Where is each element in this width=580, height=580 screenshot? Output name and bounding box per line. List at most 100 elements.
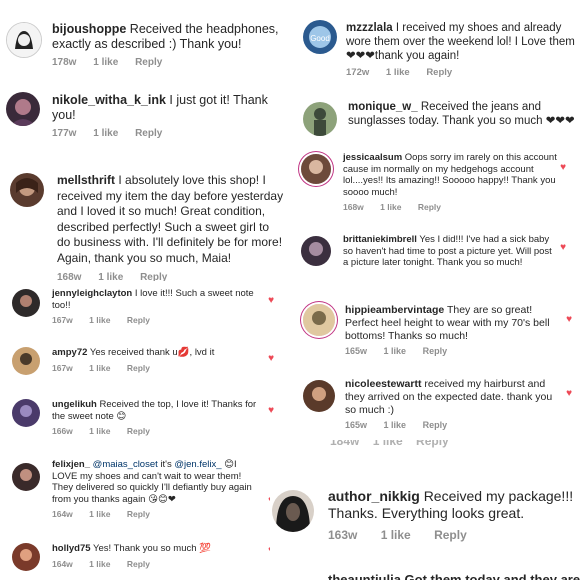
timestamp[interactable]: 167w xyxy=(52,315,73,325)
reply-button[interactable]: Reply xyxy=(127,315,150,325)
timestamp[interactable]: 177w xyxy=(52,128,76,139)
comment-meta: 168w 1 like Reply xyxy=(343,202,558,212)
reply-button[interactable]: Reply xyxy=(135,128,162,139)
username[interactable]: jessicaalsum xyxy=(343,152,402,163)
mention-link[interactable]: @maias_closet xyxy=(93,459,158,470)
comment-body: brittaniekimbrell Yes I did!!! I've had … xyxy=(343,234,576,269)
timestamp[interactable]: 172w xyxy=(346,67,369,78)
username[interactable]: mellsthrift xyxy=(57,173,115,187)
reply-button[interactable]: Reply xyxy=(127,363,150,373)
username[interactable]: ampy72 xyxy=(52,347,87,358)
avatar[interactable] xyxy=(6,22,42,58)
likes-count[interactable]: 1 like xyxy=(89,315,110,325)
likes-count[interactable]: 1 like xyxy=(89,363,110,373)
timestamp[interactable]: 164w xyxy=(52,509,73,519)
comment-body: author_nikkig Received my package!!! Tha… xyxy=(328,488,576,542)
timestamp[interactable]: 165w xyxy=(345,420,367,430)
comment-meta: 167w 1 like Reply xyxy=(52,363,264,373)
timestamp[interactable]: 165w xyxy=(345,346,367,356)
likes-count[interactable]: 1 like xyxy=(89,559,110,569)
comment-text: it's xyxy=(157,459,175,470)
comment-meta: 178w 1 like Reply xyxy=(52,57,284,69)
comment: brittaniekimbrell Yes I did!!! I've had … xyxy=(293,230,580,284)
heart-icon[interactable]: ♥ xyxy=(268,405,274,416)
comment-meta: 163w 1 like Reply xyxy=(328,528,576,542)
comment-body: hippieambervintage They are so great! Pe… xyxy=(345,304,560,357)
heart-icon[interactable]: ♥ xyxy=(566,388,572,399)
reply-button[interactable]: Reply xyxy=(127,559,150,569)
panel-bottom-right: 184w 1 like Reply author_nikkig Received… xyxy=(270,440,580,580)
partial-meta: 184w 1 like Reply xyxy=(330,440,449,448)
username[interactable]: nikole_witha_k_ink xyxy=(52,93,166,107)
username[interactable]: author_nikkig xyxy=(328,488,420,504)
avatar[interactable] xyxy=(301,236,331,266)
username[interactable]: mzzzlala xyxy=(346,22,393,34)
reply-button[interactable]: Reply xyxy=(426,67,452,78)
reply-button[interactable]: Reply xyxy=(434,528,467,542)
avatar[interactable] xyxy=(301,154,331,184)
avatar[interactable] xyxy=(303,102,337,136)
username[interactable]: bijoushoppe xyxy=(52,22,126,36)
likes-count[interactable]: 1 like xyxy=(89,426,110,436)
username[interactable]: nicoleestewartt xyxy=(345,378,421,390)
comment: mellsthrift I absolutely love this shop!… xyxy=(0,171,288,281)
reply-button[interactable]: Reply xyxy=(418,202,441,212)
avatar[interactable] xyxy=(12,347,40,375)
username[interactable]: felixjen_ xyxy=(52,459,90,470)
avatar[interactable] xyxy=(12,543,40,571)
username[interactable]: hippieambervintage xyxy=(345,304,444,316)
username[interactable]: brittaniekimbrell xyxy=(343,234,417,245)
heart-icon[interactable]: ♥ xyxy=(560,242,566,253)
panel-top-left: bijoushoppe Received the headphones, exa… xyxy=(0,0,288,138)
comment-text: Yes received thank u💋, lvd it xyxy=(89,347,215,358)
avatar[interactable] xyxy=(12,463,40,491)
username[interactable]: jennyleighclayton xyxy=(52,288,132,299)
likes-count[interactable]: 1 like xyxy=(384,420,407,430)
comment-body: jessicaalsum Oops sorry im rarely on thi… xyxy=(343,152,576,213)
username[interactable]: hollyd75 xyxy=(52,543,91,554)
reply-button[interactable]: Reply xyxy=(135,57,162,68)
reply-button[interactable]: Reply xyxy=(423,420,448,430)
timestamp[interactable]: 178w xyxy=(52,57,76,68)
likes-count[interactable]: 1 like xyxy=(89,509,110,519)
reply-button[interactable]: Reply xyxy=(423,346,448,356)
avatar[interactable] xyxy=(303,380,335,412)
likes-count[interactable]: 1 like xyxy=(93,128,118,139)
likes-count[interactable]: 1 like xyxy=(93,57,118,68)
avatar[interactable]: Good xyxy=(303,20,337,54)
timestamp[interactable]: 167w xyxy=(52,363,73,373)
timestamp[interactable]: 166w xyxy=(52,426,73,436)
reply-button[interactable]: Reply xyxy=(140,272,167,281)
timestamp[interactable]: 168w xyxy=(343,202,364,212)
username[interactable]: ungelikuh xyxy=(52,399,97,410)
comment-body: ungelikuh Received the top, I love it! T… xyxy=(52,399,264,437)
comment-body: hollyd75 Yes! Thank you so much 💯 164w 1… xyxy=(52,543,264,569)
avatar[interactable] xyxy=(272,490,314,532)
heart-icon[interactable]: ♥ xyxy=(566,314,572,325)
avatar[interactable] xyxy=(6,92,40,126)
heart-icon[interactable]: ♥ xyxy=(268,295,274,306)
likes-count[interactable]: 1 like xyxy=(386,67,410,78)
avatar[interactable] xyxy=(12,289,40,317)
comment-body: nikole_witha_k_ink I just got it! Thank … xyxy=(52,93,284,138)
avatar[interactable] xyxy=(303,304,335,336)
reply-button[interactable]: Reply xyxy=(127,509,150,519)
timestamp[interactable]: 164w xyxy=(52,559,73,569)
mention-link[interactable]: @jen.felix_ xyxy=(174,459,221,470)
comment-body: bijoushoppe Received the headphones, exa… xyxy=(52,22,284,69)
heart-icon[interactable]: ♥ xyxy=(268,353,274,364)
panel-middle-left: mellsthrift I absolutely love this shop!… xyxy=(0,141,288,281)
avatar[interactable] xyxy=(12,399,40,427)
timestamp[interactable]: 168w xyxy=(57,272,81,281)
comment-meta: 177w 1 like Reply xyxy=(52,128,284,139)
likes-count[interactable]: 1 like xyxy=(380,202,401,212)
timestamp[interactable]: 163w xyxy=(328,528,357,542)
reply-button[interactable]: Reply xyxy=(127,426,150,436)
heart-icon[interactable]: ♥ xyxy=(560,162,566,173)
likes-count[interactable]: 1 like xyxy=(98,272,123,281)
likes-count[interactable]: 1 like xyxy=(381,528,411,542)
comment-meta: 167w 1 like Reply xyxy=(52,315,264,325)
likes-count[interactable]: 1 like xyxy=(384,346,407,356)
username[interactable]: monique_w_ xyxy=(348,101,418,113)
avatar[interactable] xyxy=(10,173,44,207)
